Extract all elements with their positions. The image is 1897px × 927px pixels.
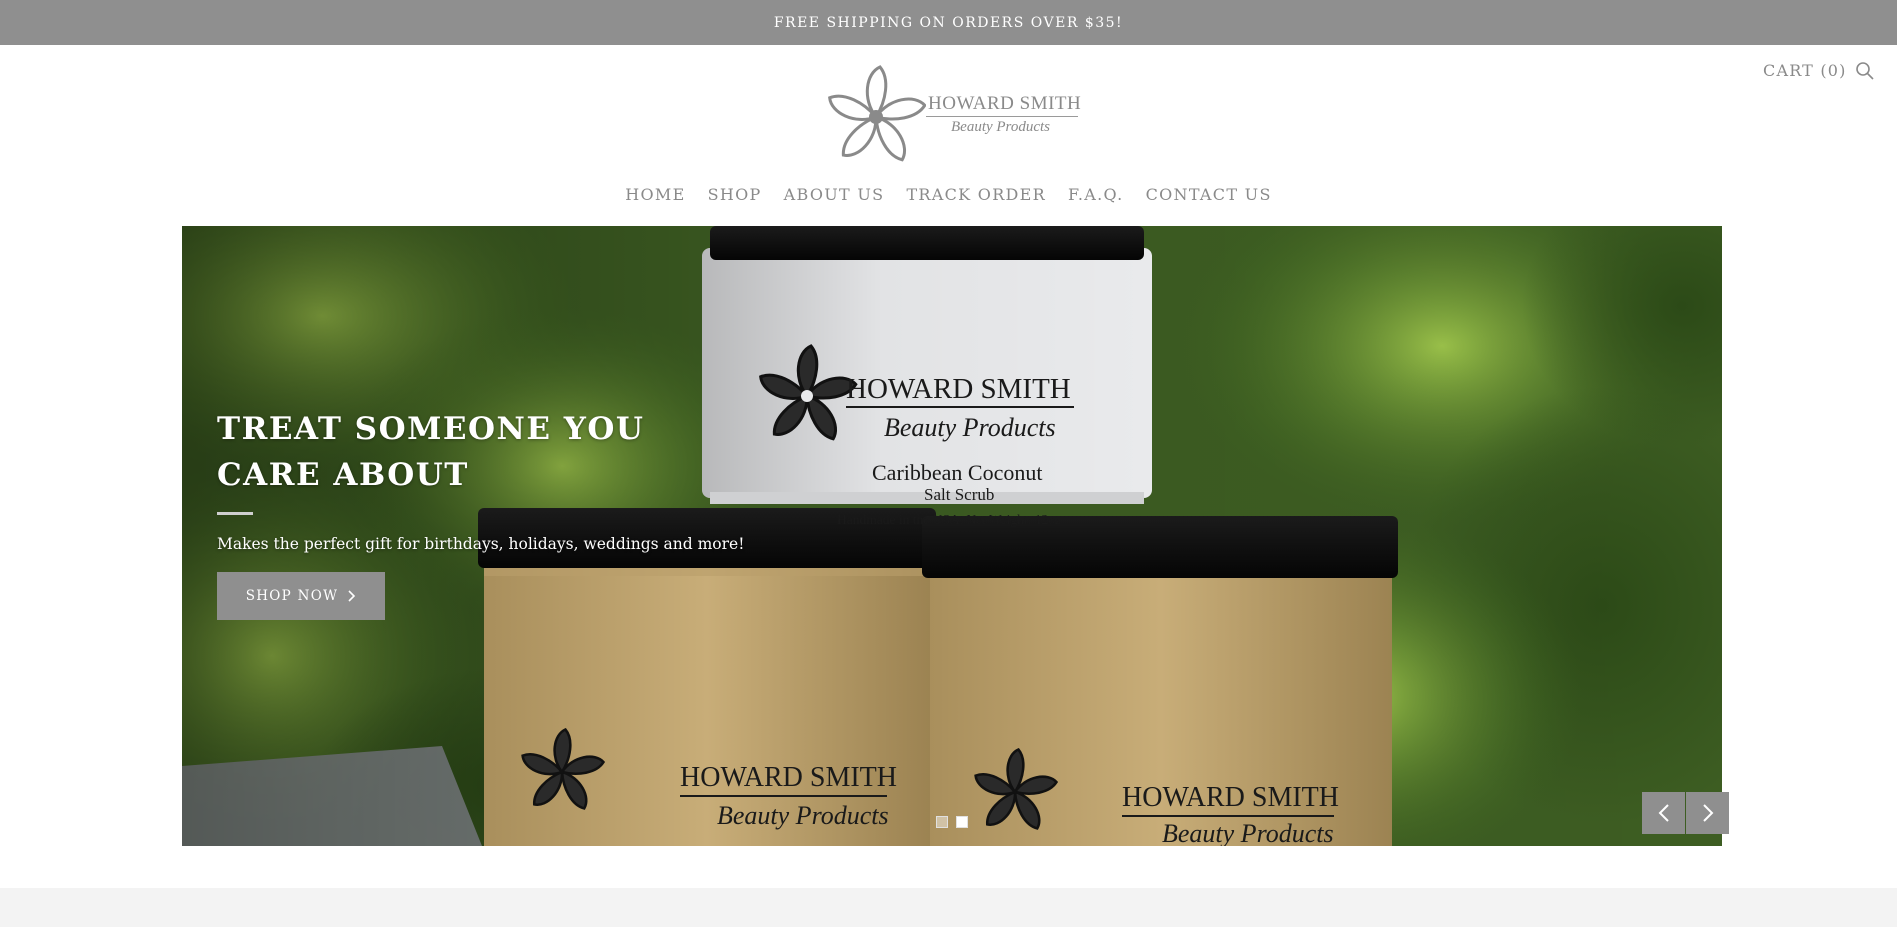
- previous-slide-button[interactable]: [1642, 792, 1685, 834]
- jar-top-note: Handmade in the USA. Net Weight: 12oz: [837, 512, 1061, 527]
- next-section-band: [0, 888, 1897, 927]
- brand-tagline: Beauty Products: [951, 119, 1051, 135]
- brand-logo[interactable]: HOWARD SMITH Beauty Products: [826, 61, 1082, 171]
- brand-name: HOWARD SMITH: [928, 93, 1082, 114]
- cart-link[interactable]: CART (0): [1763, 61, 1847, 80]
- brand-divider: [926, 116, 1078, 117]
- slide-dot-1[interactable]: [936, 816, 948, 828]
- main-nav: HOME SHOP ABOUT US TRACK ORDER F.A.Q. CO…: [0, 185, 1897, 204]
- chevron-right-icon: [1702, 804, 1713, 822]
- jar-left-tagline: Beauty Products: [717, 801, 889, 830]
- chevron-right-icon: [348, 590, 356, 602]
- next-slide-button[interactable]: [1686, 792, 1729, 834]
- slide-dot-2[interactable]: [956, 816, 968, 828]
- announcement-bar: FREE SHIPPING ON ORDERS OVER $35!: [0, 0, 1897, 45]
- flower-icon: [828, 65, 927, 162]
- nav-item-faq[interactable]: F.A.Q.: [1068, 185, 1124, 204]
- slide-indicators: [936, 816, 968, 828]
- jar-top-brand: HOWARD SMITH: [846, 373, 1071, 405]
- jar-top-variant: Salt Scrub: [924, 485, 994, 504]
- shop-now-button[interactable]: SHOP NOW: [217, 572, 385, 620]
- announcement-text: FREE SHIPPING ON ORDERS OVER $35!: [773, 14, 1124, 31]
- jar-top-product: Caribbean Coconut: [872, 460, 1042, 485]
- hero-subtitle: Makes the perfect gift for birthdays, ho…: [217, 535, 745, 553]
- hero-slideshow: HOWARD SMITH Beauty Products HOWARD SMIT…: [182, 226, 1722, 846]
- shop-now-label: SHOP NOW: [245, 588, 339, 604]
- jar-top-tagline: Beauty Products: [884, 413, 1056, 442]
- jar-left-brand: HOWARD SMITH: [680, 762, 897, 793]
- site-header: HOWARD SMITH Beauty Products CART (0) HO…: [0, 45, 1897, 225]
- jar-right-brand: HOWARD SMITH: [1122, 782, 1339, 813]
- nav-item-about-us[interactable]: ABOUT US: [784, 185, 885, 204]
- hero-divider: [217, 512, 253, 515]
- nav-item-contact-us[interactable]: CONTACT US: [1146, 185, 1272, 204]
- nav-item-shop[interactable]: SHOP: [708, 185, 762, 204]
- search-icon[interactable]: [1855, 61, 1875, 81]
- chevron-left-icon: [1658, 804, 1669, 822]
- jar-top: HOWARD SMITH Beauty Products Caribbean C…: [702, 226, 1152, 527]
- nav-item-track-order[interactable]: TRACK ORDER: [906, 185, 1046, 204]
- jar-right: HOWARD SMITH Beauty Products: [922, 516, 1398, 846]
- jar-right-tagline: Beauty Products: [1162, 819, 1334, 846]
- hero-title: TREAT SOMEONE YOU CARE ABOUT: [217, 411, 645, 493]
- nav-item-home[interactable]: HOME: [625, 185, 685, 204]
- hero-copy: TREAT SOMEONE YOU CARE ABOUT Makes the p…: [217, 406, 745, 620]
